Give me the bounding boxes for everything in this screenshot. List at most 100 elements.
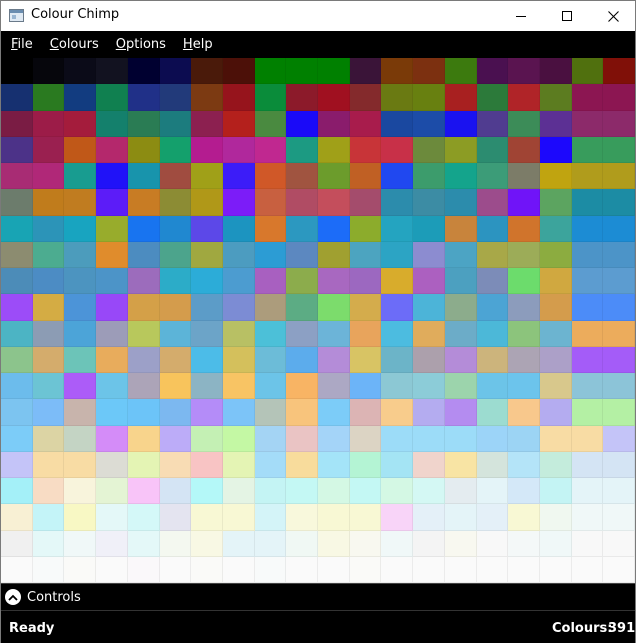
colour-swatch[interactable]: [32, 189, 65, 216]
colour-swatch[interactable]: [603, 556, 635, 583]
colour-swatch[interactable]: [286, 530, 318, 557]
colour-swatch[interactable]: [96, 294, 128, 321]
colour-swatch[interactable]: [1, 110, 33, 137]
colour-swatch[interactable]: [539, 215, 572, 242]
colour-swatch[interactable]: [254, 294, 287, 321]
colour-swatch[interactable]: [222, 320, 255, 347]
colour-swatch[interactable]: [286, 136, 318, 163]
colour-swatch[interactable]: [286, 294, 318, 321]
colour-swatch[interactable]: [191, 320, 223, 347]
colour-swatch[interactable]: [413, 215, 445, 242]
colour-swatch[interactable]: [96, 504, 128, 531]
colour-swatch[interactable]: [318, 163, 350, 190]
colour-swatch[interactable]: [571, 294, 604, 321]
colour-swatch[interactable]: [32, 84, 65, 111]
colour-swatch[interactable]: [508, 84, 540, 111]
colour-swatch[interactable]: [96, 136, 128, 163]
colour-swatch[interactable]: [222, 294, 255, 321]
colour-swatch[interactable]: [539, 451, 572, 478]
colour-swatch[interactable]: [127, 346, 160, 373]
colour-swatch[interactable]: [508, 136, 540, 163]
colour-swatch[interactable]: [444, 294, 477, 321]
colour-swatch[interactable]: [32, 451, 65, 478]
colour-swatch[interactable]: [64, 504, 97, 531]
colour-swatch[interactable]: [159, 241, 192, 268]
colour-swatch[interactable]: [571, 451, 604, 478]
colour-swatch[interactable]: [381, 241, 414, 268]
colour-swatch[interactable]: [413, 241, 445, 268]
colour-swatch[interactable]: [96, 425, 128, 452]
colour-swatch[interactable]: [571, 215, 604, 242]
colour-swatch[interactable]: [381, 346, 414, 373]
colour-swatch[interactable]: [159, 320, 192, 347]
colour-swatch[interactable]: [381, 504, 414, 531]
colour-swatch[interactable]: [1, 320, 33, 347]
colour-swatch[interactable]: [286, 110, 318, 137]
colour-swatch[interactable]: [286, 241, 318, 268]
colour-swatch[interactable]: [222, 110, 255, 137]
colour-swatch[interactable]: [508, 189, 540, 216]
colour-swatch[interactable]: [127, 268, 160, 295]
colour-swatch[interactable]: [349, 268, 382, 295]
colour-swatch[interactable]: [444, 320, 477, 347]
colour-swatch[interactable]: [476, 399, 509, 426]
colour-swatch[interactable]: [444, 58, 477, 85]
colour-swatch[interactable]: [127, 556, 160, 583]
colour-swatch[interactable]: [381, 556, 414, 583]
colour-swatch[interactable]: [349, 373, 382, 400]
colour-swatch[interactable]: [476, 189, 509, 216]
colour-swatch[interactable]: [96, 215, 128, 242]
colour-swatch[interactable]: [127, 530, 160, 557]
colour-swatch[interactable]: [539, 530, 572, 557]
colour-swatch[interactable]: [318, 556, 350, 583]
colour-swatch[interactable]: [64, 320, 97, 347]
colour-swatch[interactable]: [191, 294, 223, 321]
colour-swatch[interactable]: [318, 478, 350, 505]
colour-swatch[interactable]: [191, 425, 223, 452]
colour-swatch[interactable]: [413, 373, 445, 400]
colour-swatch[interactable]: [318, 110, 350, 137]
colour-swatch[interactable]: [222, 84, 255, 111]
colour-swatch[interactable]: [32, 268, 65, 295]
colour-swatch[interactable]: [444, 451, 477, 478]
colour-swatch[interactable]: [64, 215, 97, 242]
colour-swatch[interactable]: [96, 84, 128, 111]
colour-swatch[interactable]: [508, 294, 540, 321]
colour-swatch[interactable]: [96, 241, 128, 268]
colour-swatch[interactable]: [254, 556, 287, 583]
colour-swatch[interactable]: [286, 84, 318, 111]
colour-swatch[interactable]: [159, 268, 192, 295]
colour-swatch[interactable]: [508, 478, 540, 505]
colour-swatch[interactable]: [159, 84, 192, 111]
colour-swatch[interactable]: [476, 215, 509, 242]
colour-swatch[interactable]: [127, 58, 160, 85]
colour-swatch[interactable]: [476, 425, 509, 452]
colour-swatch[interactable]: [286, 373, 318, 400]
colour-swatch[interactable]: [32, 136, 65, 163]
colour-swatch[interactable]: [444, 346, 477, 373]
colour-swatch[interactable]: [413, 478, 445, 505]
colour-swatch[interactable]: [32, 163, 65, 190]
colour-swatch[interactable]: [571, 504, 604, 531]
colour-swatch[interactable]: [476, 373, 509, 400]
colour-swatch[interactable]: [286, 163, 318, 190]
colour-swatch[interactable]: [476, 268, 509, 295]
colour-swatch[interactable]: [603, 268, 635, 295]
colour-swatch[interactable]: [127, 136, 160, 163]
colour-swatch[interactable]: [318, 215, 350, 242]
colour-swatch[interactable]: [508, 451, 540, 478]
colour-swatch[interactable]: [539, 58, 572, 85]
colour-swatch[interactable]: [444, 84, 477, 111]
colour-swatch[interactable]: [508, 556, 540, 583]
colour-swatch[interactable]: [159, 373, 192, 400]
colour-swatch[interactable]: [96, 268, 128, 295]
colour-swatch[interactable]: [539, 189, 572, 216]
menu-colours[interactable]: Colours: [42, 31, 107, 58]
colour-swatch[interactable]: [32, 373, 65, 400]
colour-swatch[interactable]: [191, 478, 223, 505]
colour-swatch[interactable]: [508, 346, 540, 373]
minimize-button[interactable]: [498, 1, 544, 31]
colour-swatch[interactable]: [571, 110, 604, 137]
colour-swatch[interactable]: [32, 58, 65, 85]
colour-swatch[interactable]: [286, 215, 318, 242]
